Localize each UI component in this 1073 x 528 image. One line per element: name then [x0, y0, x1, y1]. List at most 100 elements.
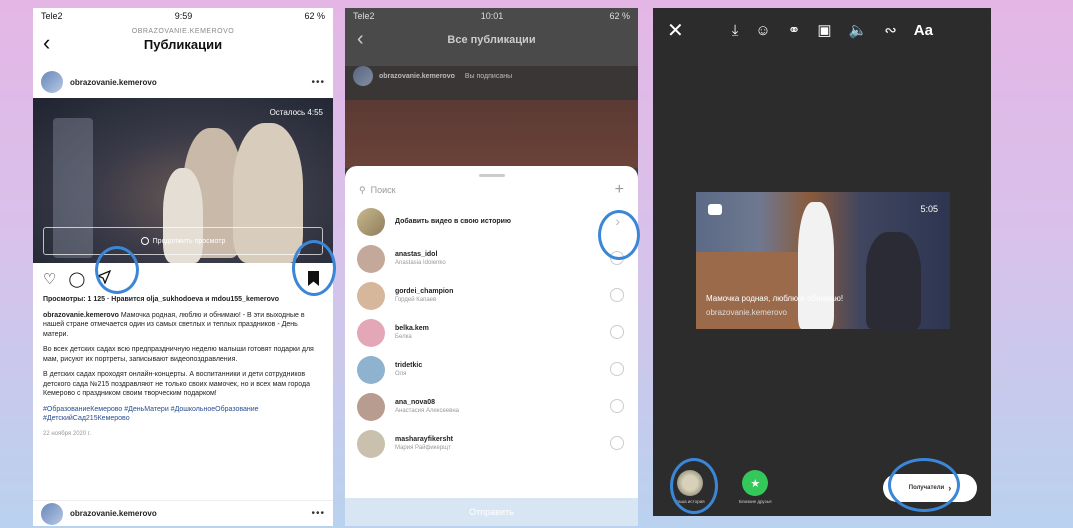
- select-radio[interactable]: [610, 436, 624, 450]
- views-line: Просмотры: 1 125 · Нравится olja_sukhodo…: [43, 296, 280, 303]
- time-label: 10:01: [480, 11, 504, 21]
- story-caption: Мамочка родная, люблю и обнимаю!: [706, 294, 844, 303]
- story-toolbar: ✕ ⤓ ☺ ⚭ ▣ 🔈 ∾ Aa: [653, 8, 991, 52]
- search-icon: ⚲: [359, 184, 366, 195]
- contact-name: belka.kem: [395, 325, 429, 332]
- caption-username[interactable]: obrazovanie.kemerovo: [43, 312, 119, 319]
- select-radio[interactable]: [610, 288, 624, 302]
- phone-story-editor: ✕ ⤓ ☺ ⚭ ▣ 🔈 ∾ Aa 5:05 Мамочка родная, лю…: [653, 8, 991, 516]
- carrier-label: Tele2: [41, 11, 63, 21]
- more-options-icon[interactable]: •••: [311, 77, 325, 88]
- post-date: 22 ноября 2020 г.: [43, 430, 91, 437]
- avatar: [357, 392, 385, 421]
- contact-name: masharayfikersht: [395, 436, 453, 443]
- heart-icon[interactable]: ♡: [43, 270, 56, 288]
- list-item[interactable]: tridetkic Оля: [345, 351, 638, 388]
- contact-subtitle: Anastasia Idolenko: [395, 260, 446, 266]
- highlight-ring: [292, 240, 336, 296]
- close-icon[interactable]: ✕: [667, 18, 684, 43]
- post-username: obrazovanie.kemerovo: [379, 72, 455, 80]
- highlight-ring: [95, 246, 139, 294]
- back-arrow-icon[interactable]: ‹: [43, 30, 50, 56]
- highlight-ring: [670, 458, 718, 514]
- story-time: 5:05: [920, 204, 938, 214]
- post-video[interactable]: Осталось 4:55 Продолжить просмотр: [33, 98, 333, 263]
- caption-text: obrazovanie.kemerovo Мамочка родная, люб…: [43, 311, 323, 340]
- remaining-time: Осталось 4:55: [269, 108, 323, 117]
- page-title: Публикации: [143, 37, 223, 52]
- caption-paragraph: В детских садах проходят онлайн-концерты…: [43, 371, 310, 397]
- add-to-story-row[interactable]: Добавить видео в свою историю ›: [345, 203, 638, 240]
- account-subtitle: OBRAZOVANIE.KEMEROVO: [131, 28, 235, 35]
- list-item[interactable]: anastas_idol Anastasia Idolenko: [345, 240, 638, 277]
- face-effects-icon[interactable]: ☺: [755, 22, 770, 39]
- select-radio[interactable]: [610, 325, 624, 339]
- contact-subtitle: Белка: [395, 334, 412, 340]
- avatar: [357, 429, 385, 458]
- continue-watching-button[interactable]: Продолжить просмотр: [43, 227, 323, 255]
- battery-label: 62 %: [609, 11, 630, 21]
- person-shape: [866, 232, 921, 329]
- link-icon[interactable]: ⚭: [788, 21, 801, 39]
- phone-share-sheet: Tele2 10:01 62 % ‹ Все публикации obrazo…: [345, 8, 638, 526]
- avatar: [357, 281, 385, 310]
- search-bar[interactable]: ⚲ Поиск +: [345, 177, 638, 203]
- next-post-header: obrazovanie.kemerovo •••: [33, 500, 333, 526]
- avatar: [357, 244, 385, 273]
- avatar[interactable]: [41, 502, 63, 525]
- contact-name: ana_nova08: [395, 399, 436, 406]
- list-item[interactable]: belka.kem Белка: [345, 314, 638, 351]
- avatar: [357, 318, 385, 347]
- sticker-icon[interactable]: ▣: [817, 21, 831, 39]
- play-icon: [140, 237, 149, 245]
- post-header: obrazovanie.kemerovo Вы подписаны: [353, 66, 512, 86]
- contact-subtitle: Анастасия Алексеевна: [395, 408, 459, 414]
- highlight-ring: [888, 458, 960, 512]
- star-icon: ★: [742, 470, 769, 496]
- hashtags[interactable]: #ОбразованиеКемерово #ДеньМатери #Дошкол…: [43, 405, 323, 424]
- sound-icon[interactable]: 🔈: [849, 21, 868, 39]
- caption-paragraph: Во всех детских садах всю предпраздничну…: [43, 346, 314, 363]
- comment-icon[interactable]: ◯: [68, 270, 85, 288]
- person-shape: [798, 202, 834, 329]
- post-username[interactable]: obrazovanie.kemerovo: [70, 78, 157, 87]
- list-item[interactable]: ana_nova08 Анастасия Алексеевна: [345, 388, 638, 425]
- add-icon[interactable]: +: [615, 181, 624, 199]
- contact-name: tridetkic: [395, 362, 423, 369]
- dimmed-feed: Tele2 10:01 62 % ‹ Все публикации obrazo…: [345, 8, 638, 168]
- post-username[interactable]: obrazovanie.kemerovo: [70, 509, 157, 518]
- draw-icon[interactable]: ∾: [884, 21, 897, 39]
- avatar: [353, 66, 373, 86]
- back-arrow-icon[interactable]: ‹: [357, 28, 364, 51]
- following-label: Вы подписаны: [464, 72, 513, 80]
- list-item[interactable]: gordei_champion Гордей Капаев: [345, 277, 638, 314]
- highlight-ring: [598, 210, 640, 260]
- select-radio[interactable]: [610, 362, 624, 376]
- time-label: 9:59: [174, 11, 193, 21]
- search-input[interactable]: Поиск: [371, 185, 396, 195]
- contact-subtitle: Оля: [395, 371, 407, 377]
- post-actions: ♡ ◯: [33, 263, 333, 295]
- text-tool-icon[interactable]: Aa: [914, 22, 933, 39]
- select-radio[interactable]: [610, 399, 624, 413]
- send-button[interactable]: Отправить: [345, 498, 638, 526]
- status-bar: Tele2 10:01 62 %: [345, 8, 638, 24]
- more-options-icon[interactable]: •••: [311, 508, 325, 519]
- story-video-card[interactable]: 5:05 Мамочка родная, люблю и обнимаю! ob…: [696, 192, 950, 329]
- contact-name: gordei_champion: [395, 288, 454, 295]
- story-username: obrazovanie.kemerovo: [706, 308, 787, 317]
- nav-bar: ‹ OBRAZOVANIE.KEMEROVO Публикации: [33, 24, 333, 66]
- contact-subtitle: Мария Райфикерщт: [395, 445, 451, 451]
- close-friends-button[interactable]: ★ Близкие друзья: [739, 470, 772, 504]
- continue-label: Продолжить просмотр: [152, 237, 226, 245]
- post-header: obrazovanie.kemerovo •••: [33, 66, 333, 98]
- avatar[interactable]: [41, 71, 63, 93]
- contact-name: anastas_idol: [395, 251, 438, 258]
- page-title: Все публикации: [447, 34, 536, 46]
- download-icon[interactable]: ⤓: [732, 22, 739, 39]
- add-story-label: Добавить видео в свою историю: [395, 218, 511, 225]
- share-sheet: ⚲ Поиск + Добавить видео в свою историю …: [345, 166, 638, 526]
- avatar: [357, 355, 385, 384]
- list-item[interactable]: masharayfikersht Мария Райфикерщт: [345, 425, 638, 462]
- story-logo-icon: [708, 204, 722, 215]
